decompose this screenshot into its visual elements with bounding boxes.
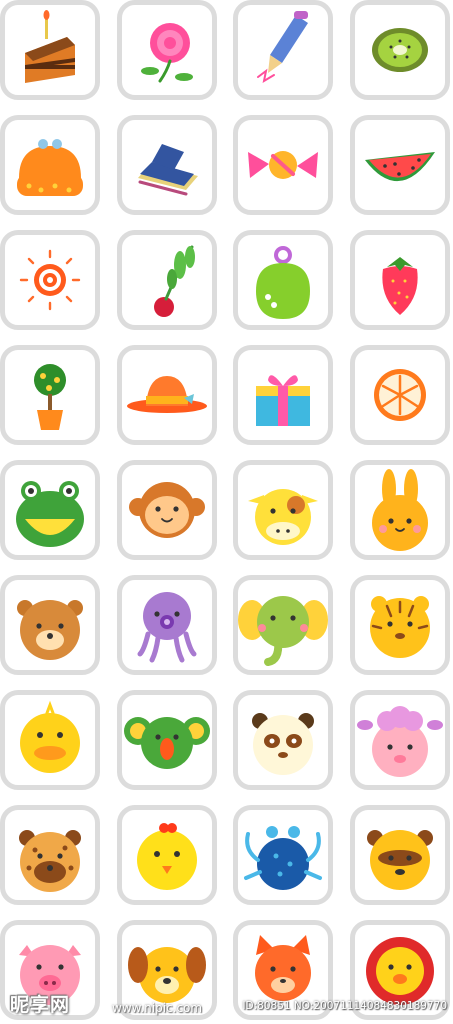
- watermark-url: www.nipic.com: [112, 1001, 203, 1015]
- icon-tile[interactable]: [0, 115, 100, 215]
- icon-tile[interactable]: [233, 345, 333, 445]
- icon-tile[interactable]: [350, 575, 450, 675]
- icon-tile[interactable]: [0, 805, 100, 905]
- icon-tile[interactable]: [117, 0, 217, 100]
- watermark-logo: 昵享网: [10, 994, 71, 1016]
- icon-tile[interactable]: [233, 460, 333, 560]
- leopard-icon: [19, 830, 81, 892]
- icon-tile[interactable]: [233, 690, 333, 790]
- icon-tile[interactable]: [117, 690, 217, 790]
- icon-tile[interactable]: [350, 345, 450, 445]
- chick-icon: [137, 823, 197, 890]
- icon-tile[interactable]: [350, 0, 450, 100]
- watermelon-icon: [365, 152, 435, 182]
- icon-tile[interactable]: [117, 230, 217, 330]
- icon-tile[interactable]: [0, 690, 100, 790]
- handbag-icon: [256, 246, 310, 319]
- sun-icon: [19, 249, 81, 311]
- orange-slice-icon: [374, 369, 426, 421]
- frog-icon: [16, 481, 84, 547]
- kiwi-icon: [372, 28, 428, 72]
- octopus-icon: [137, 592, 197, 663]
- icon-tile[interactable]: [350, 460, 450, 560]
- pencil-icon: [257, 11, 308, 84]
- icon-tile[interactable]: [0, 575, 100, 675]
- icon-tile[interactable]: [117, 460, 217, 560]
- crab-icon: [244, 826, 322, 890]
- icon-tile[interactable]: [233, 230, 333, 330]
- icon-tile[interactable]: [117, 345, 217, 445]
- icon-tile[interactable]: [0, 460, 100, 560]
- gift-icon: [256, 375, 310, 426]
- icon-tile[interactable]: [350, 230, 450, 330]
- sun-hat-icon: [127, 376, 207, 413]
- sheep-icon: [357, 706, 443, 777]
- icon-tile[interactable]: [233, 575, 333, 675]
- icon-tile[interactable]: [0, 230, 100, 330]
- coin-purse-icon: [17, 139, 83, 196]
- icon-tile[interactable]: [350, 805, 450, 905]
- icon-tile[interactable]: [117, 115, 217, 215]
- cow-icon: [248, 489, 318, 545]
- panda-icon: [252, 713, 314, 775]
- duck-icon: [20, 700, 80, 773]
- watermark-id: ID:80851 NO:20071114084830189770: [242, 1000, 447, 1012]
- radish-icon: [154, 245, 195, 317]
- strawberry-icon: [382, 257, 418, 315]
- icon-grid: [0, 0, 453, 1024]
- raccoon-icon: [367, 830, 433, 890]
- icon-tile[interactable]: [233, 0, 333, 100]
- icon-tile[interactable]: [233, 805, 333, 905]
- icon-tile[interactable]: [350, 690, 450, 790]
- candy-icon: [248, 151, 318, 179]
- books-icon: [138, 144, 198, 196]
- icon-tile[interactable]: [0, 345, 100, 445]
- icon-tile[interactable]: [350, 115, 450, 215]
- icon-tile[interactable]: [117, 575, 217, 675]
- bear-icon: [17, 600, 83, 660]
- potted-tree-icon: [34, 364, 66, 430]
- icon-tile[interactable]: [0, 0, 100, 100]
- elephant-icon: [238, 596, 328, 666]
- koala-icon: [124, 717, 210, 769]
- tiger-icon: [370, 596, 430, 658]
- monkey-icon: [129, 482, 205, 538]
- rose-icon: [141, 23, 193, 83]
- icon-tile[interactable]: [117, 805, 217, 905]
- cake-icon: [25, 10, 75, 83]
- icon-tile[interactable]: [233, 115, 333, 215]
- rabbit-icon: [372, 469, 428, 551]
